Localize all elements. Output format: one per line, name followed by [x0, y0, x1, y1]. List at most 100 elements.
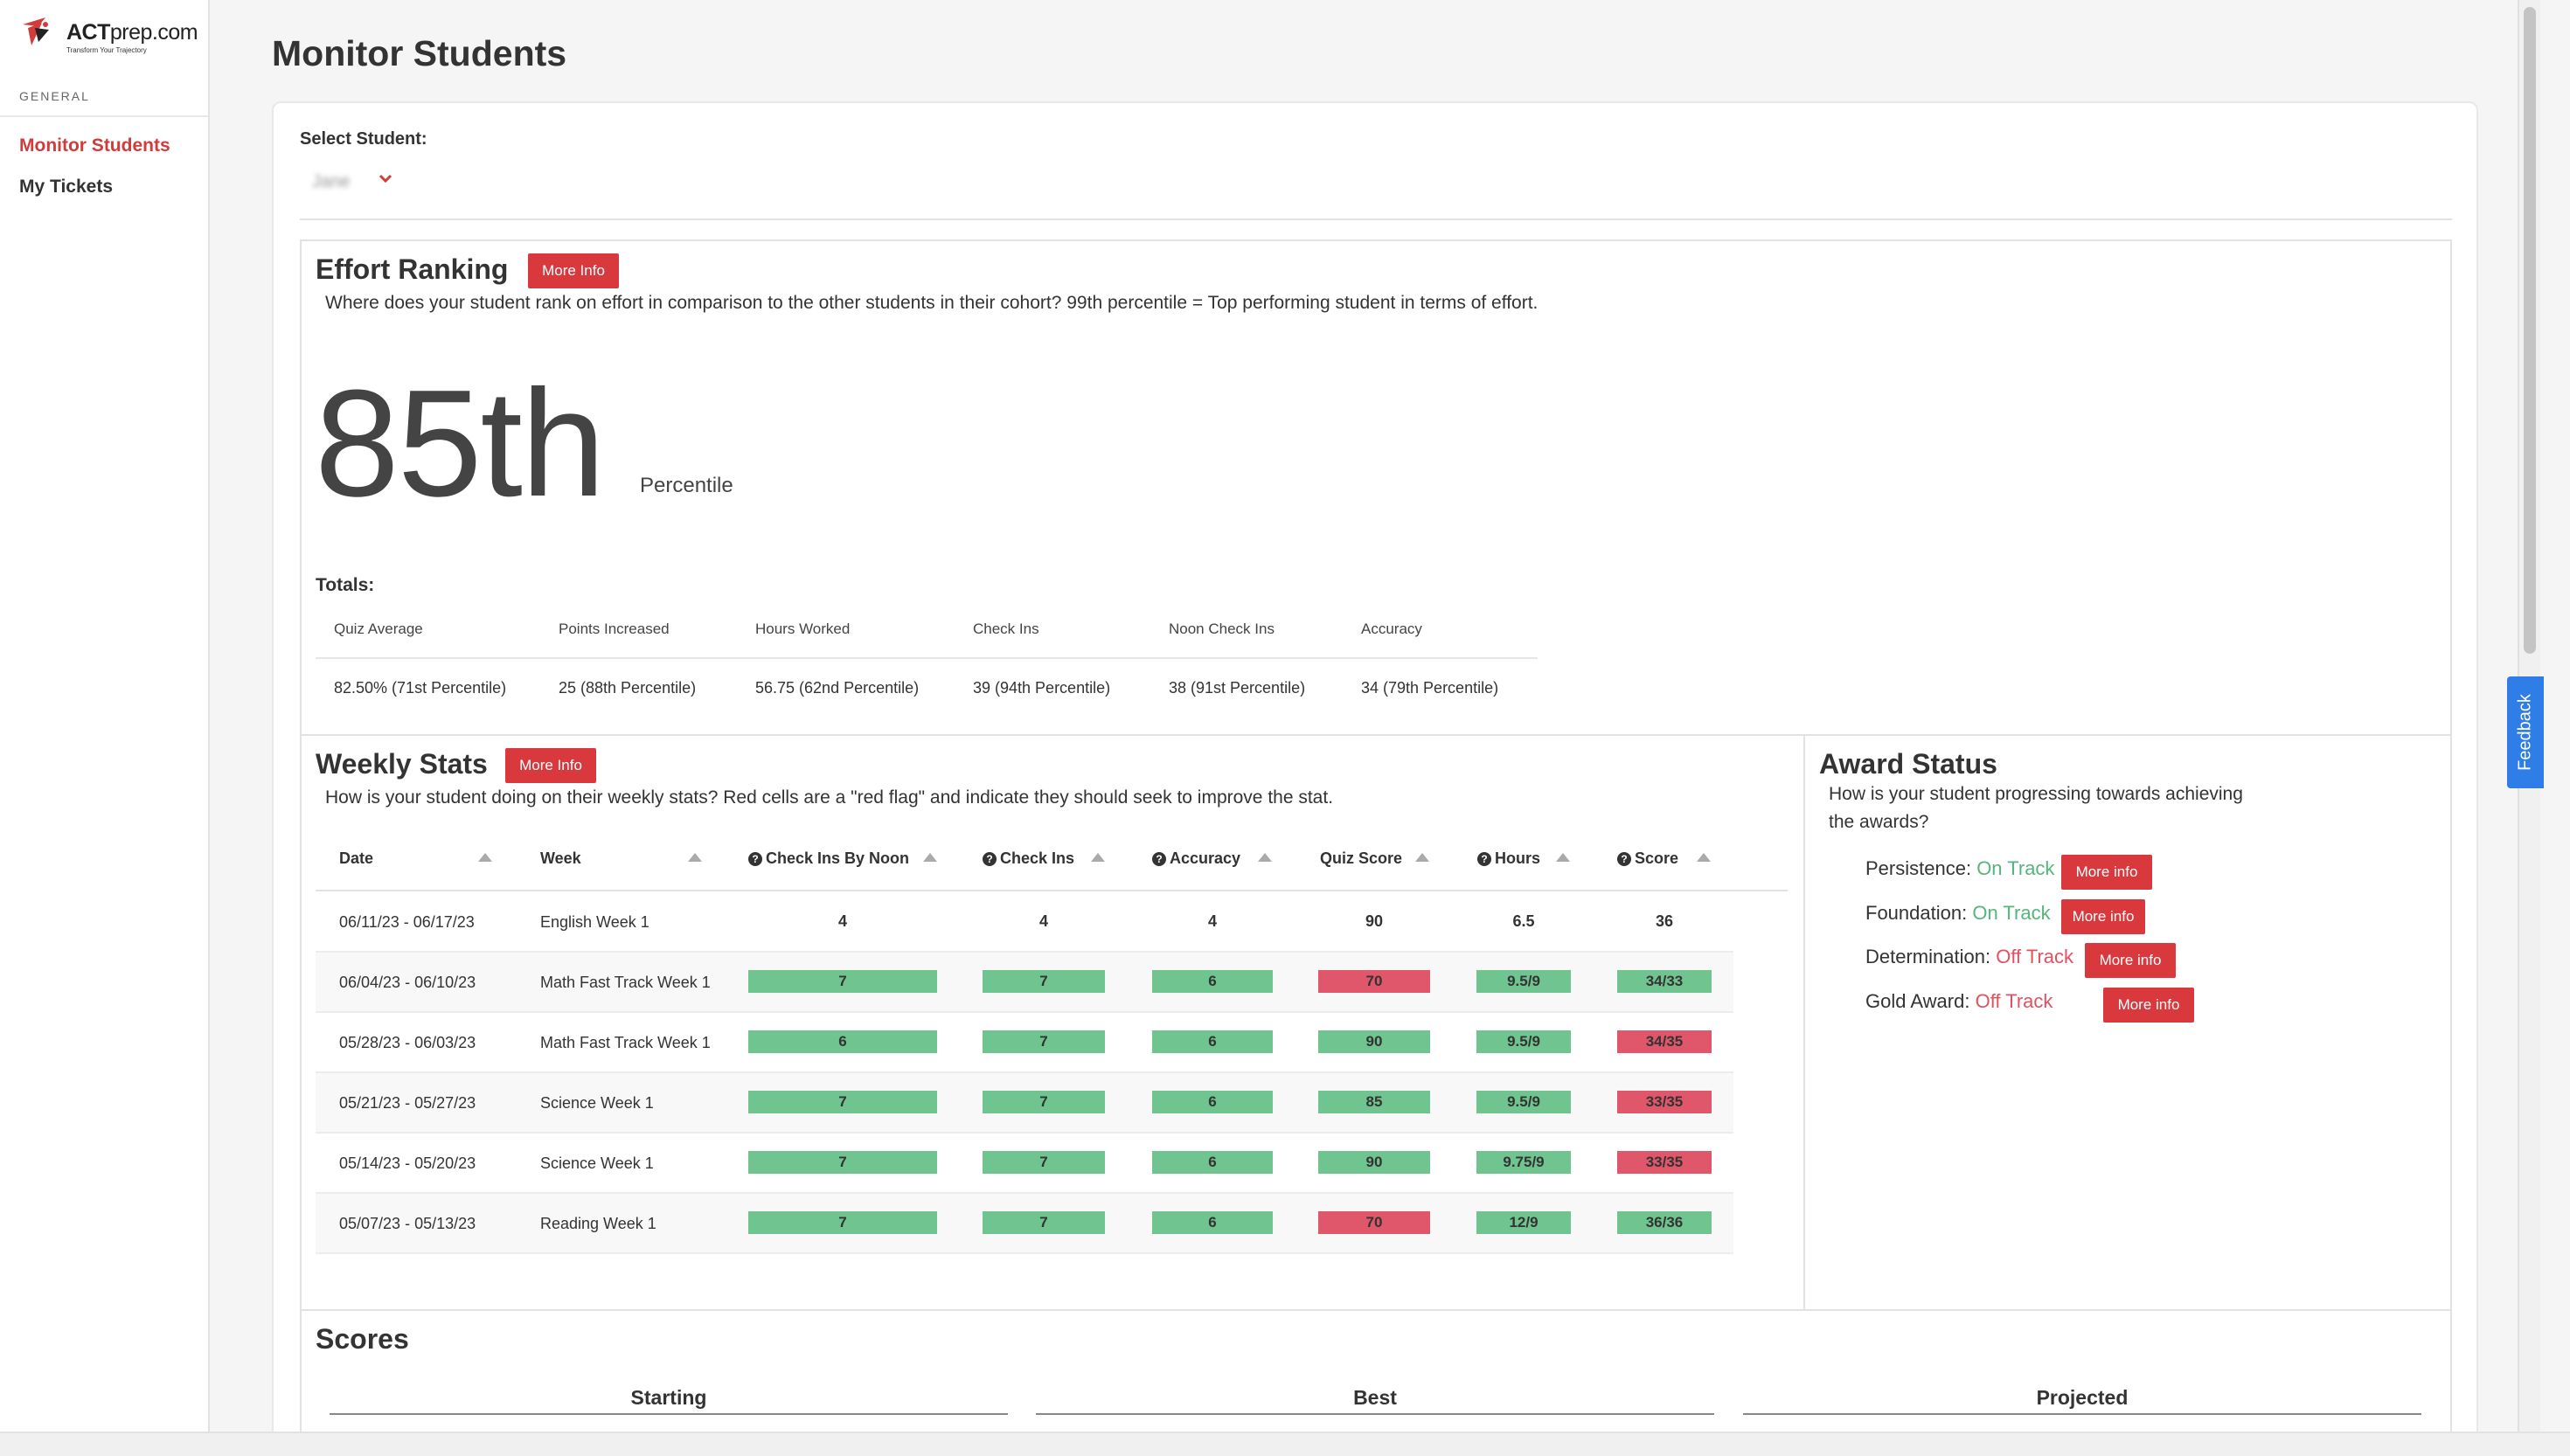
cell-accuracy: 6 [1152, 1151, 1273, 1174]
award-description-line-2: the awards? [1829, 812, 1929, 832]
effort-ranking-panel [300, 239, 2452, 736]
cell-date: 05/07/23 - 05/13/23 [339, 1215, 476, 1232]
effort-ranking-title: Effort Ranking [316, 253, 509, 285]
student-select[interactable]: Jane [300, 163, 405, 201]
sidebar-item-my-tickets[interactable]: My Tickets [19, 177, 113, 198]
award-determination: Determination: Off Track [1865, 946, 2074, 967]
weekly-stats-title: Weekly Stats [316, 748, 488, 780]
column-header-hours[interactable]: ? Hours [1477, 849, 1540, 868]
column-header-accuracy[interactable]: ? Accuracy [1152, 849, 1240, 868]
cell-quiz: 90 [1365, 912, 1384, 930]
cell-score: 33/35 [1617, 1151, 1712, 1174]
scores-best-rule [1036, 1413, 1714, 1415]
column-header-check-ins-by-noon[interactable]: ? Check Ins By Noon [748, 849, 909, 868]
cell-score: 36/36 [1617, 1211, 1712, 1234]
cell-week: Science Week 1 [540, 1154, 654, 1172]
cell-quiz: 90 [1318, 1151, 1430, 1174]
sort-check-ins-icon[interactable] [1091, 853, 1105, 862]
cell-hours: 9.5/9 [1476, 1030, 1571, 1053]
student-select-value: Jane [312, 171, 351, 191]
cell-hours: 9.75/9 [1476, 1151, 1571, 1174]
cell-hours: 9.5/9 [1476, 1091, 1571, 1113]
scores-title: Scores [316, 1323, 409, 1355]
cell-checkins: 7 [983, 1151, 1105, 1174]
brand-name: ACTprep.com [66, 19, 198, 45]
totals-value-quiz-average: 82.50% (71st Percentile) [334, 679, 507, 697]
table-row: 05/21/23 - 05/27/23 Science Week 1 7 7 6 85 9.… [316, 1073, 1733, 1134]
cell-checkins: 4 [1038, 912, 1048, 930]
help-icon[interactable]: ? [748, 851, 762, 866]
cell-checkins: 7 [983, 1091, 1105, 1113]
sort-week-icon[interactable] [688, 853, 702, 862]
cell-noon: 7 [748, 1151, 937, 1174]
table-row: 06/04/23 - 06/10/23 Math Fast Track Week … [316, 953, 1733, 1013]
totals-header-check-ins: Check Ins [973, 621, 1039, 637]
cell-noon: 6 [748, 1030, 937, 1053]
sort-hours-icon[interactable] [1556, 853, 1570, 862]
totals-label: Totals: [316, 575, 375, 595]
cell-quiz: 70 [1318, 970, 1430, 993]
sort-accuracy-icon[interactable] [1258, 853, 1272, 862]
award-status-title: Award Status [1819, 748, 1997, 780]
effort-more-info-button[interactable]: More Info [528, 253, 619, 288]
help-icon[interactable]: ? [983, 851, 997, 866]
column-header-score[interactable]: ? Score [1617, 849, 1678, 868]
column-header-week[interactable]: Week [540, 849, 581, 868]
cell-quiz: 90 [1318, 1030, 1430, 1053]
cell-quiz: 70 [1318, 1211, 1430, 1234]
sort-quiz-score-icon[interactable] [1415, 853, 1429, 862]
effort-description: Where does your student rank on effort i… [325, 293, 1539, 313]
totals-header-noon-check-ins: Noon Check Ins [1169, 621, 1275, 637]
persistence-more-info-button[interactable]: More info [2061, 855, 2152, 890]
totals-value-check-ins: 39 (94th Percentile) [973, 679, 1111, 697]
help-icon[interactable]: ? [1152, 851, 1166, 866]
cell-week: Science Week 1 [540, 1094, 654, 1112]
cell-accuracy: 6 [1152, 970, 1273, 993]
scrollbar-thumb[interactable] [2524, 7, 2536, 654]
effort-rank-unit: Percentile [640, 474, 733, 497]
cell-accuracy: 6 [1152, 1091, 1273, 1113]
effort-rank-value: 85th [315, 357, 606, 528]
foundation-more-info-button[interactable]: More info [2061, 899, 2145, 934]
scores-starting-rule [330, 1413, 1008, 1415]
cell-accuracy: 4 [1207, 912, 1217, 930]
column-header-check-ins[interactable]: ? Check Ins [983, 849, 1074, 868]
gold-award-more-info-button[interactable]: More info [2103, 988, 2194, 1023]
weekly-description: How is your student doing on their weekl… [325, 787, 1334, 808]
totals-divider [316, 657, 1538, 659]
select-student-label: Select Student: [300, 129, 427, 149]
cell-noon: 7 [748, 1091, 937, 1113]
brand-tagline: Transform Your Trajectory [66, 45, 147, 54]
scores-column-projected: Projected [2036, 1386, 2129, 1409]
logo-mark-icon [19, 16, 63, 58]
column-header-quiz-score[interactable]: Quiz Score [1320, 849, 1402, 868]
help-icon[interactable]: ? [1617, 851, 1631, 866]
cell-date: 05/28/23 - 06/03/23 [339, 1034, 476, 1051]
sort-date-icon[interactable] [478, 853, 492, 862]
cell-hours: 9.5/9 [1476, 970, 1571, 993]
cell-date: 05/14/23 - 05/20/23 [339, 1154, 476, 1172]
weekly-more-info-button[interactable]: More Info [505, 748, 596, 783]
sidebar-item-monitor-students[interactable]: Monitor Students [19, 135, 170, 156]
feedback-tab[interactable]: Feedback [2507, 676, 2544, 788]
table-row: 06/11/23 - 06/17/23 English Week 1 4 4 4 90 6.… [316, 892, 1733, 953]
select-divider [300, 218, 2452, 220]
page-title: Monitor Students [272, 33, 567, 73]
column-header-date[interactable]: Date [339, 849, 373, 868]
sort-score-icon[interactable] [1697, 853, 1711, 862]
cell-date: 06/04/23 - 06/10/23 [339, 974, 476, 991]
cell-noon: 7 [748, 1211, 937, 1234]
scores-projected-rule [1743, 1413, 2421, 1415]
table-row: 05/28/23 - 06/03/23 Math Fast Track Week … [316, 1013, 1733, 1073]
brand-logo[interactable]: ACTprep.com Transform Your Trajectory [19, 16, 198, 58]
determination-more-info-button[interactable]: More info [2085, 943, 2176, 978]
table-row: 05/14/23 - 05/20/23 Science Week 1 7 7 6 90 9.… [316, 1134, 1733, 1194]
help-icon[interactable]: ? [1477, 851, 1491, 866]
bottom-bar [0, 1432, 2570, 1456]
chevron-down-icon [377, 170, 394, 192]
sidebar-section-general: GENERAL [19, 89, 90, 103]
cell-score: 36 [1655, 912, 1674, 930]
award-status-on-track: On Track [1972, 902, 2051, 924]
cell-score: 33/35 [1617, 1091, 1712, 1113]
sort-check-ins-by-noon-icon[interactable] [923, 853, 937, 862]
